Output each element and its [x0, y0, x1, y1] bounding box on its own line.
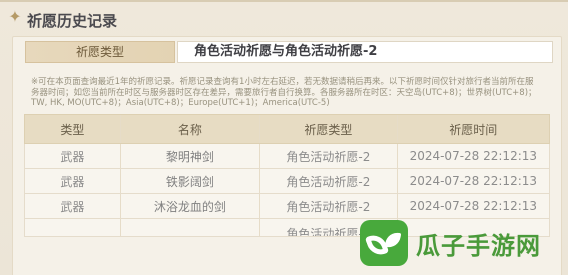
cell-type: 武器	[25, 169, 121, 193]
notice-line: 务器时间；如您当前所在时区与服务器时区存在差异，需要旅行者自行换算。各服务器所在…	[31, 87, 537, 98]
cell-time: 2024-07-28 22:12:13	[409, 199, 538, 213]
cell-time: 2024-07-28 22:12:13	[409, 174, 538, 188]
watermark: 瓜子手游网	[360, 219, 546, 267]
cell-wish-type: 角色活动祈愿-2	[260, 144, 398, 168]
window-header: ✦ 祈愿历史记录	[0, 2, 568, 36]
wish-type-filter-label: 祈愿类型	[25, 41, 175, 63]
notice-text: ※可在本页面查询最近1年的祈愿记录。祈愿记录查询有1小时左右延迟，若无数据请稍后…	[31, 77, 559, 109]
sparkle-star-icon: ✦	[8, 7, 22, 26]
column-header-wish-type: 祈愿类型	[260, 115, 398, 143]
notice-line: ※可在本页面查询最近1年的祈愿记录。祈愿记录查询有1小时左右延迟，若无数据请稍后…	[31, 77, 534, 87]
table-row: 武器 铁影阔剑 角色活动祈愿-2 2024-07-28 22:12:13	[24, 169, 550, 194]
table-row: 武器 沐浴龙血的剑 角色活动祈愿-2 2024-07-28 22:12:13	[24, 194, 550, 219]
melon-seed-logo-icon	[360, 220, 408, 266]
wish-type-filter: 祈愿类型 角色活动祈愿与角色活动祈愿-2	[25, 41, 553, 63]
table-header: 类型 名称 祈愿类型 祈愿时间	[24, 114, 550, 144]
wish-type-select[interactable]: 角色活动祈愿与角色活动祈愿-2	[177, 41, 553, 63]
cell-wish-type: 角色活动祈愿-2	[260, 194, 398, 218]
column-header-time: 祈愿时间	[449, 122, 498, 137]
wish-history-window: ✦ 祈愿历史记录 祈愿类型 角色活动祈愿与角色活动祈愿-2 ※可在本页面查询最近…	[0, 0, 568, 275]
column-header-name: 名称	[121, 115, 261, 143]
cell-name: 铁影阔剑	[121, 169, 261, 193]
table-row: 武器 黎明神剑 角色活动祈愿-2 2024-07-28 22:12:13	[24, 144, 550, 169]
notice-line: TW, HK, MO(UTC+8)；Asia(UTC+8)；Europe(UTC…	[31, 98, 330, 108]
cell-wish-type: 角色活动祈愿-2	[260, 169, 398, 193]
cell-name: 沐浴龙血的剑	[121, 194, 261, 218]
page-title: 祈愿历史记录	[27, 12, 118, 30]
cell-type: 武器	[25, 194, 121, 218]
watermark-text: 瓜子手游网	[416, 231, 541, 260]
cell-time: 2024-07-28 22:12:13	[409, 149, 538, 163]
cell-type	[25, 219, 121, 236]
cell-type: 武器	[25, 144, 121, 168]
cell-name	[121, 219, 261, 236]
column-header-type: 类型	[25, 115, 121, 143]
cell-name: 黎明神剑	[121, 144, 261, 168]
